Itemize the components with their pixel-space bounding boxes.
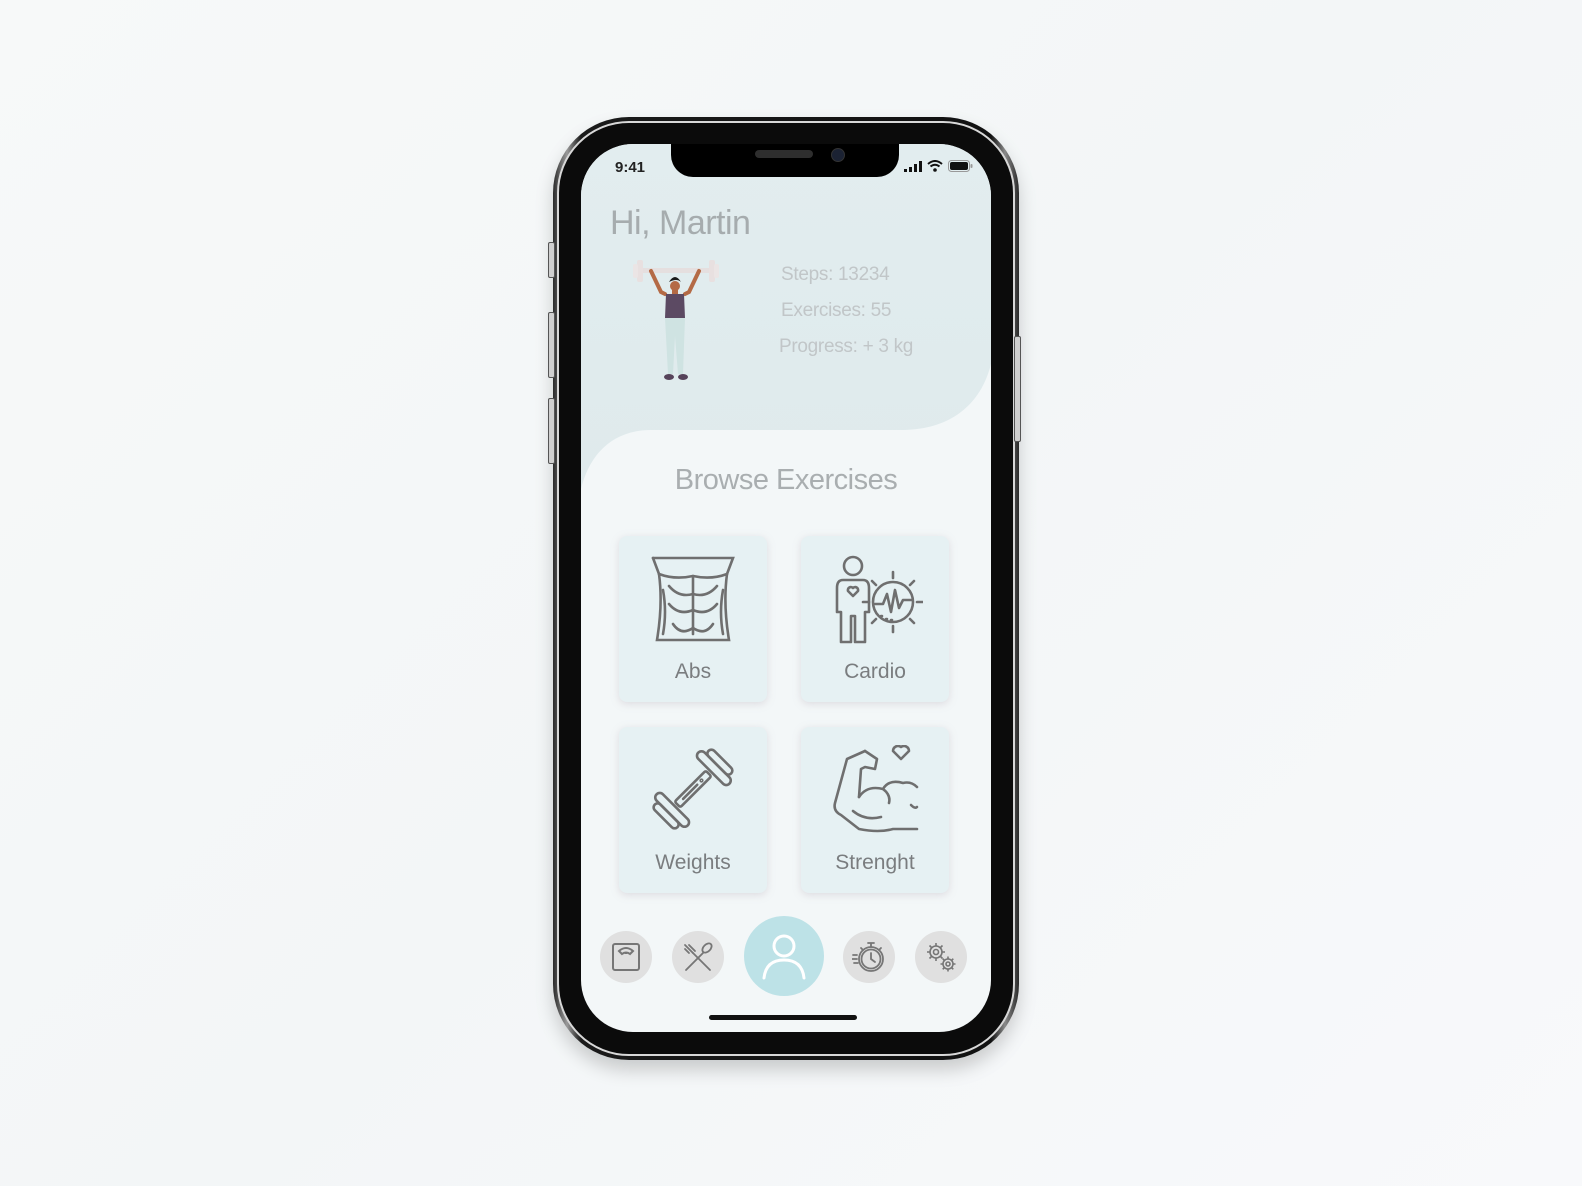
stat-progress: Progress: + 3 kg — [779, 336, 914, 357]
category-card-abs[interactable]: Abs — [619, 536, 767, 702]
category-label-strength: Strenght — [835, 851, 915, 874]
weightlifter-illustration — [633, 260, 719, 380]
dumbbell-icon — [652, 748, 734, 830]
front-camera — [831, 148, 845, 162]
category-card-cardio[interactable]: Cardio — [801, 536, 949, 702]
bathroom-scale-icon — [612, 943, 640, 971]
nav-nutrition-button[interactable] — [672, 931, 724, 983]
status-icons — [904, 160, 973, 172]
home-indicator[interactable] — [709, 1015, 857, 1020]
stat-exercises: Exercises: 55 — [781, 300, 892, 321]
status-time: 9:41 — [615, 159, 646, 176]
power-button — [1014, 336, 1021, 442]
wifi-icon — [927, 160, 943, 172]
category-label-cardio: Cardio — [844, 660, 906, 683]
volume-up-button — [548, 312, 555, 378]
cellular-signal-icon — [904, 160, 922, 172]
app-screen: 9:41 Hi, Martin Steps: 13234 Exercises: … — [581, 144, 991, 1032]
cardio-heartbeat-icon — [835, 555, 923, 644]
category-label-abs: Abs — [674, 660, 712, 683]
greeting-title: Hi, Martin — [610, 204, 751, 242]
speaker-grille — [755, 150, 813, 158]
abs-torso-icon — [651, 556, 735, 642]
notch — [671, 144, 899, 177]
browse-exercises-title: Browse Exercises — [674, 464, 898, 496]
volume-down-button — [548, 398, 555, 464]
mute-switch — [548, 242, 555, 278]
category-label-weights: Weights — [655, 851, 731, 874]
stat-steps: Steps: 13234 — [781, 264, 890, 285]
stopwatch-icon — [852, 942, 884, 972]
nav-profile-button[interactable] — [744, 916, 824, 996]
category-card-strength[interactable]: Strenght — [801, 727, 949, 893]
battery-icon — [948, 160, 973, 172]
flexed-bicep-icon — [833, 745, 919, 833]
category-card-weights[interactable]: Weights — [619, 727, 767, 893]
fork-spoon-icon — [684, 942, 713, 971]
user-icon — [762, 934, 806, 980]
gears-icon — [927, 943, 956, 972]
nav-settings-button[interactable] — [915, 931, 967, 983]
nav-timer-button[interactable] — [843, 931, 895, 983]
nav-scale-button[interactable] — [600, 931, 652, 983]
